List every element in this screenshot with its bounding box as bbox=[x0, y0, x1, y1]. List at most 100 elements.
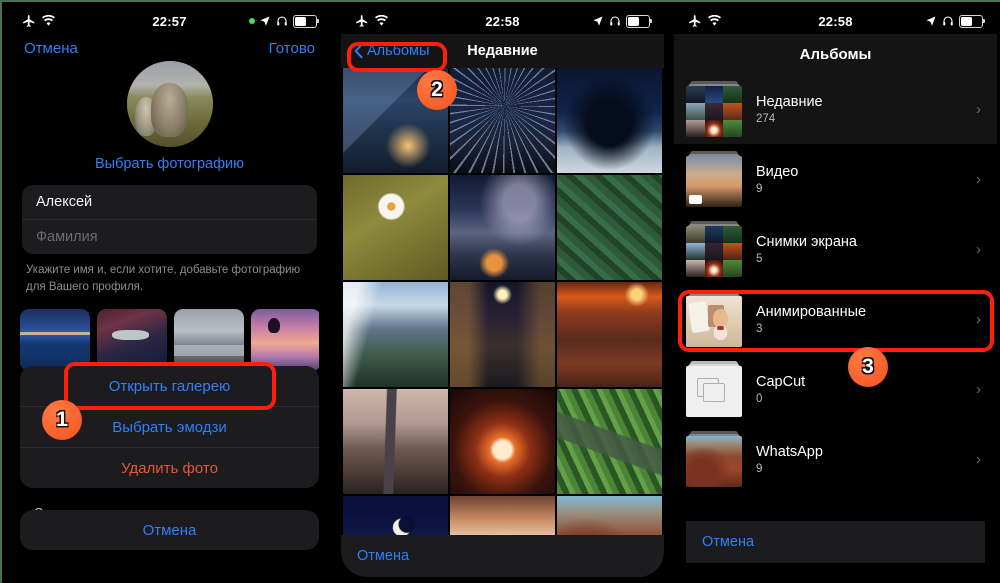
status-left-icons bbox=[22, 14, 56, 28]
profile-hint-text: Укажите имя и, если хотите, добавьте фот… bbox=[26, 264, 301, 293]
album-name: Снимки экрана bbox=[756, 233, 857, 250]
album-thumb bbox=[686, 81, 742, 137]
album-row-screenshots[interactable]: Снимки экрана 5 › bbox=[674, 214, 997, 284]
profile-nav-row: Отмена Готово bbox=[8, 34, 331, 59]
album-count: 9 bbox=[756, 462, 763, 475]
photo-cell[interactable] bbox=[343, 175, 448, 280]
avatar-block: Выбрать фотографию bbox=[8, 61, 331, 172]
location-icon bbox=[926, 16, 936, 26]
back-to-albums-button[interactable]: Альбомы bbox=[353, 43, 429, 59]
album-thumb bbox=[686, 431, 742, 487]
screen-albums: 22:58 Альбомы Недавние 274 › Видео 9 › С… bbox=[674, 8, 997, 577]
photo-cell[interactable] bbox=[557, 389, 662, 494]
album-name: WhatsApp bbox=[756, 443, 823, 460]
album-name: Анимированные bbox=[756, 303, 867, 320]
status-right-icons-3 bbox=[925, 14, 985, 28]
album-count: 0 bbox=[756, 392, 763, 405]
wifi-icon bbox=[42, 14, 55, 26]
sheet-cancel-button[interactable]: Отмена bbox=[20, 510, 319, 550]
airplane-icon bbox=[356, 15, 368, 27]
chevron-right-icon: › bbox=[976, 450, 981, 468]
photo-cell[interactable] bbox=[450, 68, 555, 173]
step-marker-2: 2 bbox=[417, 70, 457, 110]
album-thumb bbox=[686, 221, 742, 277]
status-left-icons-3 bbox=[688, 14, 722, 28]
delete-photo-button[interactable]: Удалить фото bbox=[20, 447, 319, 488]
album-name: Видео bbox=[756, 163, 799, 180]
chevron-right-icon: › bbox=[976, 240, 981, 258]
status-right-icons-2 bbox=[592, 14, 652, 28]
location-icon bbox=[593, 16, 603, 26]
strip-thumb[interactable] bbox=[97, 309, 167, 372]
album-name: Недавние bbox=[756, 93, 823, 110]
albums-title: Альбомы bbox=[674, 34, 997, 74]
screenshot-canvas: 22:57 Отмена Готово Выбрать фотографию А… bbox=[0, 0, 1000, 583]
chevron-right-icon: › bbox=[976, 380, 981, 398]
done-button[interactable]: Готово bbox=[269, 40, 315, 57]
video-badge-icon bbox=[689, 195, 702, 204]
first-name-input[interactable]: Алексей bbox=[22, 185, 317, 219]
strip-thumb[interactable] bbox=[251, 309, 319, 372]
photo-cell[interactable] bbox=[343, 282, 448, 387]
photo-cell[interactable] bbox=[450, 389, 555, 494]
recent-photos-strip[interactable] bbox=[20, 309, 319, 372]
chevron-right-icon: › bbox=[976, 310, 981, 328]
screen-recents: 22:58 Альбомы Недавние Отмена bbox=[341, 8, 664, 577]
album-text: WhatsApp 9 bbox=[756, 444, 976, 475]
album-text: Анимированные 3 bbox=[756, 304, 976, 335]
headphones-icon bbox=[277, 16, 287, 26]
chevron-right-icon: › bbox=[976, 170, 981, 188]
album-count: 9 bbox=[756, 182, 763, 195]
battery-icon bbox=[293, 14, 319, 28]
name-fields: Алексей Фамилия bbox=[22, 185, 317, 254]
status-bar-3: 22:58 bbox=[674, 8, 997, 34]
avatar[interactable] bbox=[126, 61, 213, 147]
cancel-button-1[interactable]: Отмена bbox=[24, 40, 78, 57]
status-right-icons-1 bbox=[249, 14, 319, 28]
battery-icon bbox=[626, 14, 652, 28]
photo-cell[interactable] bbox=[343, 389, 448, 494]
choose-photo-link[interactable]: Выбрать фотографию bbox=[95, 156, 244, 172]
album-count: 5 bbox=[756, 252, 763, 265]
screen-profile: 22:57 Отмена Готово Выбрать фотографию А… bbox=[8, 8, 331, 577]
recents-navbar: Альбомы Недавние bbox=[341, 34, 664, 68]
album-text: Снимки экрана 5 bbox=[756, 234, 976, 265]
album-count: 3 bbox=[756, 322, 763, 335]
album-text: Видео 9 bbox=[756, 164, 976, 195]
photo-cell[interactable] bbox=[557, 282, 662, 387]
phone-panel-albums: 22:58 Альбомы Недавние 274 › Видео 9 › С… bbox=[668, 2, 1000, 583]
photo-cell[interactable] bbox=[557, 175, 662, 280]
wifi-icon bbox=[375, 14, 388, 26]
location-icon bbox=[260, 16, 270, 26]
sheet-cancel-group: Отмена bbox=[20, 510, 319, 550]
airplane-icon bbox=[689, 15, 701, 27]
album-row-capcut[interactable]: CapCut 0 › bbox=[674, 354, 997, 424]
airplane-icon bbox=[23, 15, 35, 27]
photo-cell[interactable] bbox=[557, 68, 662, 173]
photo-cell[interactable] bbox=[450, 282, 555, 387]
albums-cancel-button[interactable]: Отмена bbox=[686, 521, 985, 563]
album-thumb bbox=[686, 291, 742, 347]
headphones-icon bbox=[943, 16, 953, 26]
last-name-input[interactable]: Фамилия bbox=[22, 219, 317, 254]
recents-cancel-button[interactable]: Отмена bbox=[341, 535, 664, 577]
chevron-right-icon: › bbox=[976, 100, 981, 118]
album-count: 274 bbox=[756, 112, 776, 125]
recording-dot-icon bbox=[249, 18, 255, 24]
headphones-icon bbox=[610, 16, 620, 26]
albums-list: Недавние 274 › Видео 9 › Снимки экрана 5… bbox=[674, 74, 997, 494]
album-row-videos[interactable]: Видео 9 › bbox=[674, 144, 997, 214]
album-row-animated[interactable]: Анимированные 3 › bbox=[674, 284, 997, 354]
album-thumb bbox=[686, 361, 742, 417]
photo-grid[interactable] bbox=[341, 68, 664, 577]
wifi-icon bbox=[708, 14, 721, 26]
album-row-recents[interactable]: Недавние 274 › bbox=[674, 74, 997, 144]
strip-thumb[interactable] bbox=[20, 309, 90, 372]
strip-thumb[interactable] bbox=[174, 309, 244, 372]
photo-cell[interactable] bbox=[450, 175, 555, 280]
back-label: Альбомы bbox=[367, 43, 430, 59]
album-text: Недавние 274 bbox=[756, 94, 976, 125]
album-row-whatsapp[interactable]: WhatsApp 9 › bbox=[674, 424, 997, 494]
battery-icon bbox=[959, 14, 985, 28]
chevron-left-icon bbox=[354, 43, 363, 59]
